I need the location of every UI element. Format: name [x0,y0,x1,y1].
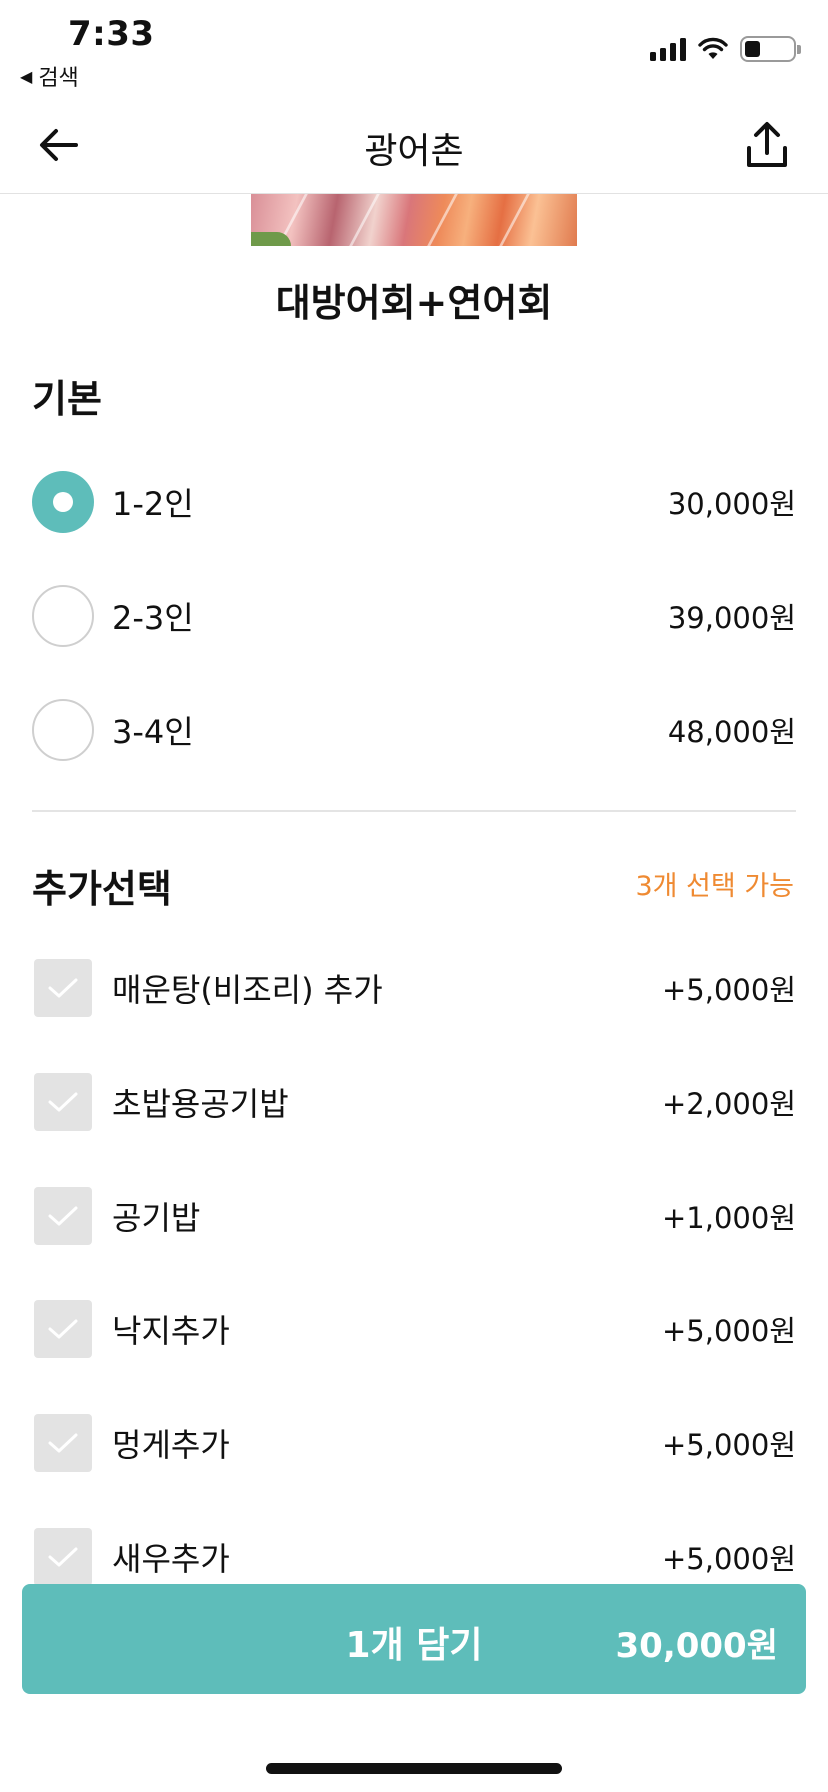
checkbox[interactable] [34,959,92,1017]
check-icon [48,1433,78,1453]
option-label: 1-2인 [112,485,194,523]
nav-bar: 광어촌 [0,96,828,194]
total-price: 30,000원 [615,1626,778,1666]
checkbox[interactable] [34,1073,92,1131]
menu-name: 대방어회+연어회 [275,281,553,325]
option-price: +5,000원 [662,1542,796,1576]
checkbox[interactable] [34,1187,92,1245]
page-title: 광어촌 [364,131,464,172]
extra-option-1[interactable]: 매운탕(비조리) 추가 +5,000원 [32,956,796,1020]
option-price: +1,000원 [662,1201,796,1235]
status-back-to-app[interactable]: ◀ 검색 [20,60,79,92]
status-icons [650,36,801,62]
basic-option-1[interactable]: 1-2인 30,000원 [32,470,796,534]
share-upload-icon[interactable] [744,120,790,170]
option-price: +5,000원 [662,1314,796,1348]
checkbox[interactable] [34,1414,92,1472]
option-label: 2-3인 [112,599,194,637]
radio-unselected-icon[interactable] [32,585,94,647]
option-label: 낙지추가 [112,1312,230,1350]
option-price: 48,000원 [667,715,796,749]
option-label: 멍게추가 [112,1426,230,1464]
extra-option-3[interactable]: 공기밥 +1,000원 [32,1184,796,1248]
option-price: +2,000원 [662,1087,796,1121]
check-icon [48,1319,78,1339]
extra-option-6[interactable]: 새우추가 +5,000원 [32,1525,796,1589]
cellular-signal-icon [650,37,686,61]
check-icon [48,1206,78,1226]
extra-option-5[interactable]: 멍게추가 +5,000원 [32,1411,796,1475]
basic-section-title: 기본 [32,377,102,421]
extra-option-2[interactable]: 초밥용공기밥 +2,000원 [32,1070,796,1134]
status-bar: 7:33 ◀ 검색 [0,0,828,96]
checkbox[interactable] [34,1528,92,1586]
extra-option-4[interactable]: 낙지추가 +5,000원 [32,1297,796,1361]
basic-option-3[interactable]: 3-4인 48,000원 [32,698,796,762]
option-price: +5,000원 [662,1428,796,1462]
section-divider [32,810,796,812]
radio-selected-icon[interactable] [32,471,94,533]
check-icon [48,1547,78,1567]
back-triangle-icon: ◀ [20,66,33,86]
check-icon [48,978,78,998]
add-to-cart-button[interactable]: 1개 담기 30,000원 [22,1584,806,1694]
status-time: 7:33 [68,14,155,54]
selection-limit-note: 3개 선택 가능 [635,871,794,902]
check-icon [48,1092,78,1112]
option-label: 공기밥 [112,1199,201,1237]
menu-image [251,194,577,246]
option-price: 39,000원 [667,601,796,635]
radio-unselected-icon[interactable] [32,699,94,761]
option-price: +5,000원 [662,973,796,1007]
status-back-label: 검색 [38,66,79,91]
option-label: 초밥용공기밥 [112,1085,289,1123]
basic-option-2[interactable]: 2-3인 39,000원 [32,584,796,648]
battery-icon [740,36,801,62]
extra-section-title: 추가선택 [32,867,172,911]
option-label: 새우추가 [112,1540,230,1578]
home-indicator[interactable] [266,1763,562,1774]
option-price: 30,000원 [667,487,796,521]
option-label: 매운탕(비조리) 추가 [112,971,383,1009]
checkbox[interactable] [34,1300,92,1358]
wifi-icon [698,37,728,59]
option-label: 3-4인 [112,713,194,751]
